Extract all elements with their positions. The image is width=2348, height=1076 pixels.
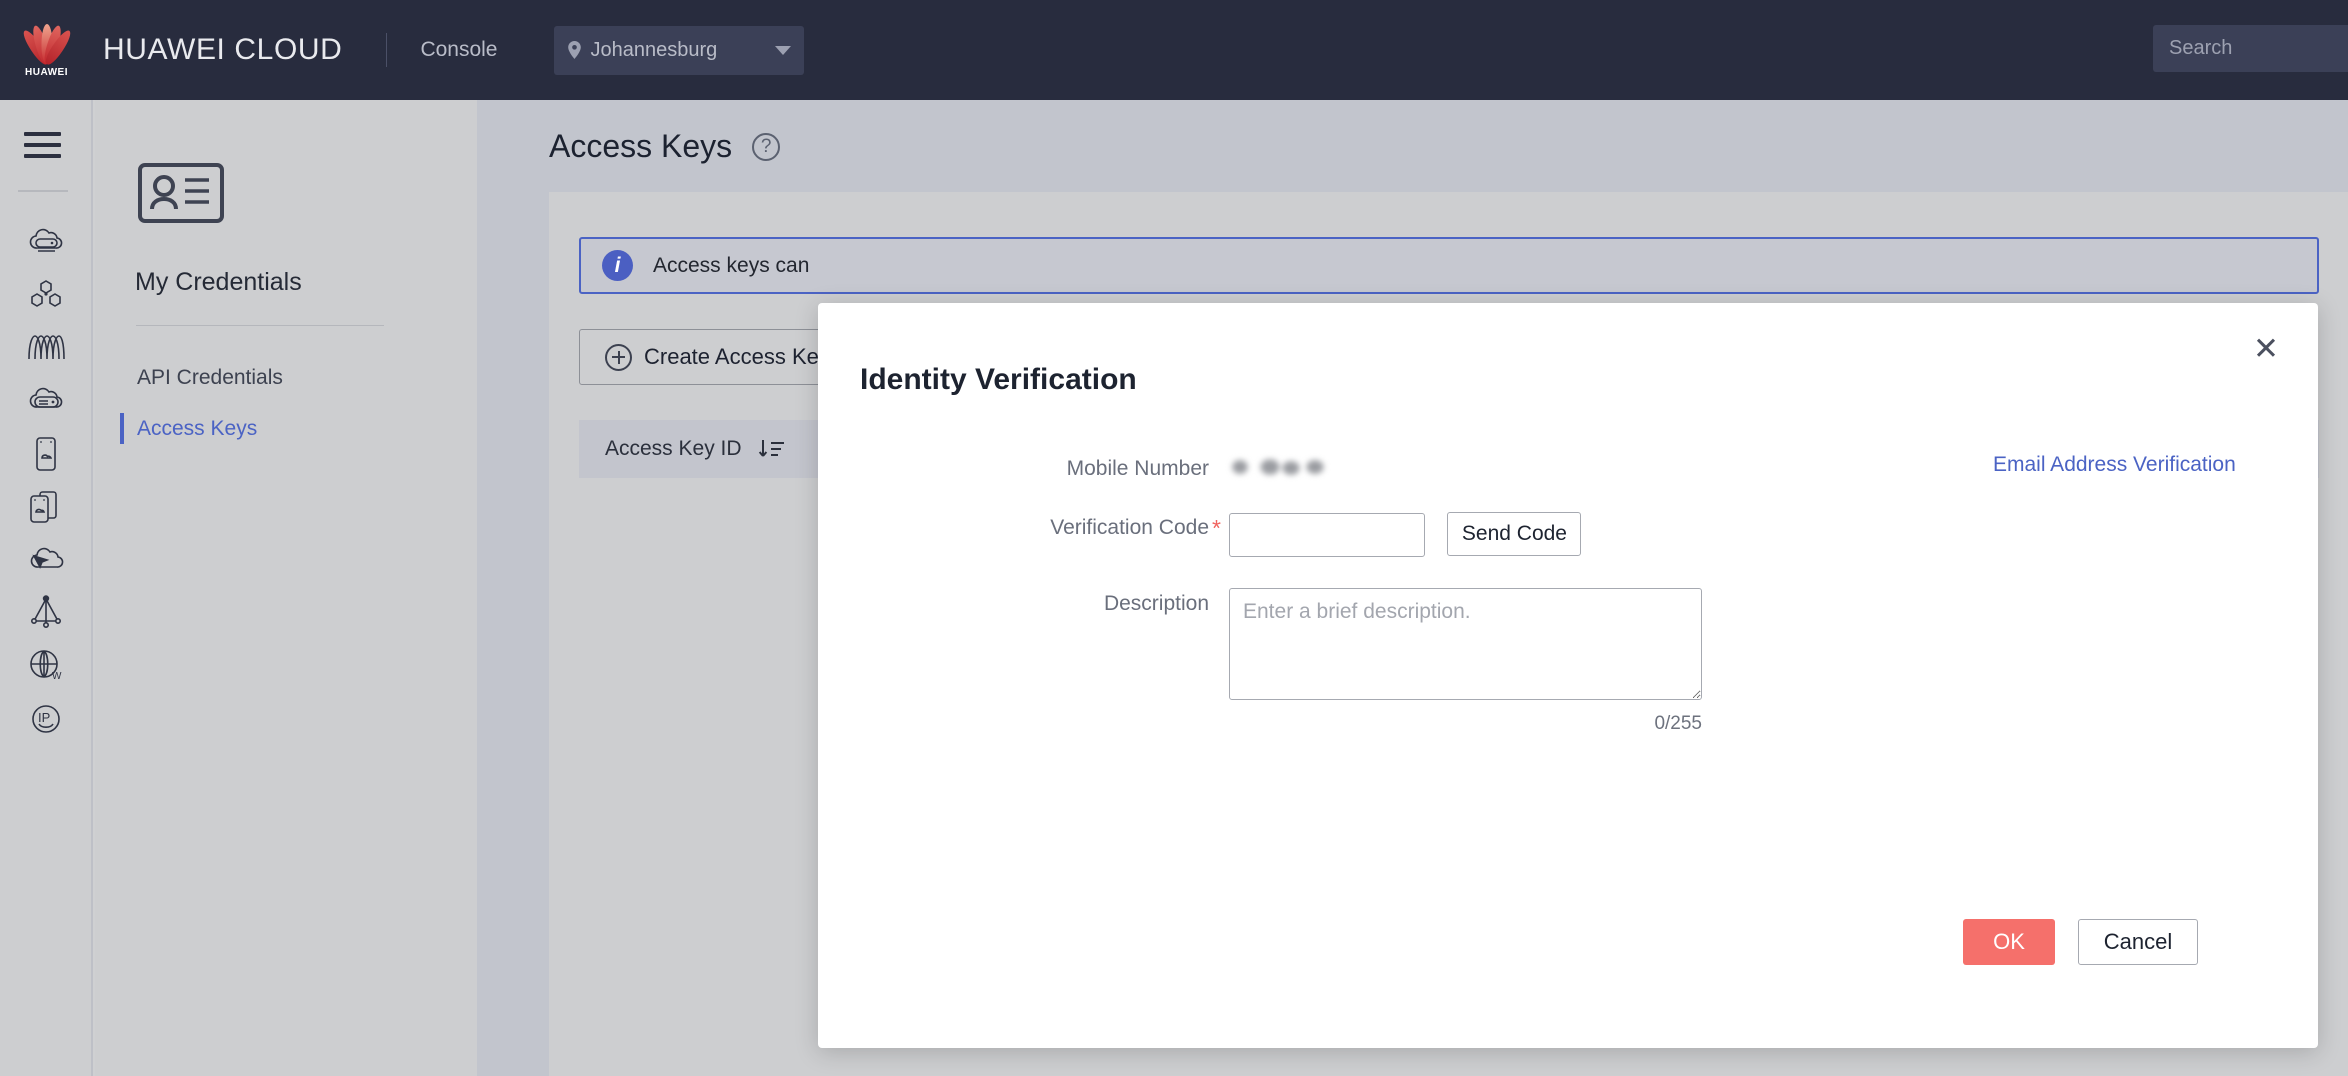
form-row-description: Description 0/255 bbox=[818, 588, 2318, 735]
create-access-key-button[interactable]: Create Access Ke bbox=[579, 329, 845, 385]
ok-button[interactable]: OK bbox=[1963, 919, 2055, 965]
column-header-access-key-id: Access Key ID bbox=[605, 437, 742, 461]
header-divider bbox=[386, 33, 387, 67]
rail-item-globe-web[interactable]: W bbox=[0, 639, 91, 692]
mobile-number-value-wrap: Email Address Verification bbox=[1229, 453, 1329, 476]
description-label-wrap: Description bbox=[818, 588, 1229, 616]
verification-code-input-wrap: Send Code bbox=[1229, 512, 1581, 557]
rail-divider bbox=[18, 190, 68, 192]
credentials-sidebar: My Credentials API Credentials Access Ke… bbox=[95, 100, 477, 1076]
mobile-number-label: Mobile Number bbox=[1067, 457, 1229, 481]
sidebar-item-access-keys[interactable]: Access Keys bbox=[95, 403, 477, 454]
description-textarea[interactable] bbox=[1229, 588, 1702, 700]
wave-analytics-icon bbox=[26, 333, 66, 363]
info-alert-banner: i Access keys can bbox=[579, 237, 2319, 294]
huawei-logo[interactable]: HUAWEI bbox=[0, 0, 93, 100]
id-card-icon bbox=[137, 162, 225, 224]
hamburger-menu-icon[interactable] bbox=[24, 132, 61, 158]
sort-descending-icon[interactable] bbox=[758, 437, 786, 461]
email-address-verification-link[interactable]: Email Address Verification bbox=[1993, 453, 2236, 477]
rail-item-network-topology[interactable] bbox=[0, 586, 91, 639]
dialog-title: Identity Verification bbox=[860, 363, 1137, 397]
region-name-label: Johannesburg bbox=[591, 39, 775, 62]
rail-item-cloud-cursor[interactable] bbox=[0, 533, 91, 586]
form-row-mobile-number: Mobile Number Email Address Verification bbox=[818, 453, 2318, 481]
create-access-key-label: Create Access Ke bbox=[644, 344, 819, 370]
mobile-number-label-wrap: Mobile Number bbox=[818, 453, 1229, 481]
mobile-number-masked-value bbox=[1229, 458, 1329, 476]
search-placeholder-text: Search bbox=[2169, 37, 2232, 60]
description-character-counter: 0/255 bbox=[1229, 713, 1702, 735]
rail-item-wave-analytics[interactable] bbox=[0, 321, 91, 374]
mobile-cloud-icon bbox=[32, 436, 60, 472]
service-icon-rail: W IP bbox=[0, 100, 93, 1076]
form-row-verification-code: * Verification Code Send Code bbox=[818, 512, 2318, 557]
description-input-wrap: 0/255 bbox=[1229, 588, 1702, 735]
credentials-panel-title: My Credentials bbox=[135, 268, 302, 297]
plus-circle-icon bbox=[605, 344, 632, 371]
verification-code-label-wrap: * Verification Code bbox=[818, 512, 1229, 540]
hexagon-cluster-icon bbox=[28, 278, 64, 312]
rail-item-hexagon-cluster[interactable] bbox=[0, 268, 91, 321]
identity-verification-dialog: ✕ Identity Verification Mobile Number Em… bbox=[818, 303, 2318, 1048]
svg-text:IP: IP bbox=[38, 710, 50, 725]
description-label: Description bbox=[1104, 592, 1229, 616]
credentials-panel-divider bbox=[136, 325, 384, 326]
question-mark-circle-icon[interactable]: ? bbox=[752, 133, 780, 161]
huawei-flower-logo-icon bbox=[22, 22, 72, 66]
global-search-box[interactable]: Search bbox=[2153, 25, 2348, 72]
rail-item-cloud-database[interactable] bbox=[0, 374, 91, 427]
cloud-cursor-icon bbox=[26, 545, 66, 575]
rail-item-mobile-cloud[interactable] bbox=[0, 427, 91, 480]
close-icon[interactable]: ✕ bbox=[2249, 331, 2283, 365]
ip-address-icon: IP bbox=[28, 701, 64, 737]
identity-verification-form: Mobile Number Email Address Verification… bbox=[818, 453, 2318, 735]
rail-item-ip-address[interactable]: IP bbox=[0, 692, 91, 745]
network-topology-icon bbox=[29, 595, 63, 631]
rail-item-cloud-server[interactable] bbox=[0, 215, 91, 268]
chevron-down-icon bbox=[775, 46, 791, 55]
globe-web-icon: W bbox=[27, 648, 65, 684]
cancel-button[interactable]: Cancel bbox=[2078, 919, 2198, 965]
region-selector[interactable]: Johannesburg bbox=[554, 26, 804, 75]
info-circle-icon: i bbox=[602, 250, 633, 281]
page-header: Access Keys ? bbox=[549, 128, 780, 165]
brand-title: HUAWEI CLOUD bbox=[103, 33, 342, 67]
page-title: Access Keys bbox=[549, 128, 732, 165]
console-link[interactable]: Console bbox=[420, 38, 497, 62]
huawei-logo-wordmark: HUAWEI bbox=[25, 67, 68, 78]
send-code-button[interactable]: Send Code bbox=[1447, 512, 1581, 556]
cloud-database-icon bbox=[26, 384, 66, 418]
sidebar-item-api-credentials[interactable]: API Credentials bbox=[95, 352, 477, 403]
required-asterisk-icon: * bbox=[1212, 515, 1221, 542]
rail-icon-list: W IP bbox=[0, 215, 91, 745]
cloud-stack-icon bbox=[27, 489, 65, 525]
svg-text:W: W bbox=[52, 671, 62, 682]
dialog-action-buttons: OK Cancel bbox=[1963, 919, 2198, 965]
credentials-nav-list: API Credentials Access Keys bbox=[95, 352, 477, 454]
verification-code-label: Verification Code bbox=[1050, 516, 1229, 540]
info-alert-text: Access keys can bbox=[653, 254, 809, 278]
sidebar-item-label: API Credentials bbox=[137, 366, 283, 390]
sidebar-item-label: Access Keys bbox=[137, 417, 257, 441]
top-header-bar: HUAWEI HUAWEI CLOUD Console Johannesburg bbox=[0, 0, 2348, 100]
location-pin-icon bbox=[567, 41, 582, 59]
verification-code-input[interactable] bbox=[1229, 513, 1425, 557]
rail-item-cloud-stack[interactable] bbox=[0, 480, 91, 533]
cloud-server-icon bbox=[26, 225, 66, 259]
